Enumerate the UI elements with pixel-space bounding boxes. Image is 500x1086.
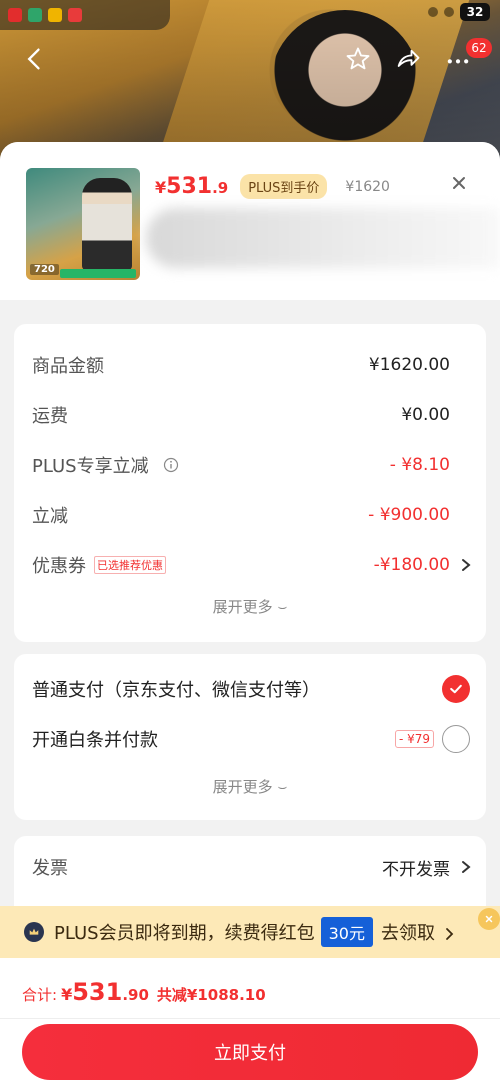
chevron-right-icon <box>460 859 472 875</box>
total-label: 合计: <box>22 986 58 1004</box>
battery-indicator: 32 <box>460 3 490 21</box>
price-currency: ¥ <box>155 178 167 197</box>
status-bar: 32 <box>0 0 500 30</box>
fee-row-goods-amount: 商品金额 ¥1620.00 <box>32 350 450 380</box>
app-icon <box>28 8 42 22</box>
fee-row-coupon[interactable]: 优惠券 已选推荐优惠 -¥180.00 <box>32 550 471 580</box>
app-icon <box>48 8 62 22</box>
invoice-value: 不开发票 <box>382 859 450 880</box>
total-saved: 共减¥1088.10 <box>156 986 266 1004</box>
radio-unselected[interactable] <box>442 725 470 753</box>
total-decimal: .90 <box>122 986 149 1004</box>
original-price: ¥1620 <box>345 178 390 195</box>
divider <box>0 1018 500 1019</box>
crown-icon <box>24 922 44 942</box>
coupon-recommend-tag: 已选推荐优惠 <box>94 556 166 574</box>
fee-row-instant-discount: 立减 - ¥900.00 <box>32 500 450 530</box>
fee-value: ¥0.00 <box>401 405 450 425</box>
product-card: 720 ¥ 531 .9 PLUS到手价 ¥1620 <box>0 142 500 300</box>
expand-more-fees[interactable]: 展开更多 ⌣ <box>14 596 486 617</box>
signal-icon <box>428 7 438 17</box>
expand-more-payments[interactable]: 展开更多 ⌣ <box>14 776 486 797</box>
close-banner-icon[interactable] <box>478 908 500 930</box>
promo-amount-badge: 30元 <box>320 917 373 947</box>
payment-method-section: 普通支付（京东支付、微信支付等） 开通白条并付款 - ¥79 展开更多 ⌣ <box>14 654 486 820</box>
baitiao-discount-chip: - ¥79 <box>394 730 434 748</box>
checkmark-selected-icon[interactable] <box>442 675 470 703</box>
fee-label: 运费 <box>32 406 68 427</box>
payment-option-label: 开通白条并付款 <box>32 730 158 751</box>
plus-price-tag: PLUS到手价 <box>240 174 328 199</box>
price-integer: 531 <box>166 174 213 199</box>
product-thumbnail[interactable]: 720 <box>26 168 140 280</box>
payment-option-label: 普通支付（京东支付、微信支付等） <box>32 680 320 701</box>
product-spec-blurred[interactable] <box>146 208 500 268</box>
total-integer: 531 <box>72 978 123 1006</box>
payment-option-baitiao[interactable]: 开通白条并付款 - ¥79 <box>32 724 470 754</box>
total-currency: ¥ <box>61 985 73 1004</box>
message-count-badge: 62 <box>466 38 492 58</box>
chevron-right-icon <box>460 557 472 573</box>
fee-label: 优惠券 <box>32 556 86 577</box>
product-price-row: ¥ 531 .9 PLUS到手价 ¥1620 <box>155 174 390 199</box>
checkout-sheet: 720 ¥ 531 .9 PLUS到手价 ¥1620 商品金额 ¥1620.00 <box>0 142 500 1086</box>
promo-text: PLUS会员即将到期，续费得红包 <box>54 923 315 944</box>
app-icon <box>68 8 82 22</box>
fee-label: 商品金额 <box>32 356 104 377</box>
back-icon[interactable] <box>18 42 52 76</box>
app-icon <box>8 8 22 22</box>
fee-value: -¥180.00 <box>373 555 450 575</box>
price-decimal: .9 <box>212 179 229 197</box>
wifi-icon <box>444 7 454 17</box>
close-icon[interactable] <box>448 172 470 194</box>
chevron-right-icon <box>445 925 455 940</box>
invoice-section[interactable]: 发票 不开发票 <box>14 836 486 916</box>
fee-label: PLUS专享立减 <box>32 456 149 477</box>
fee-value: - ¥8.10 <box>389 455 450 475</box>
invoice-row[interactable]: 发票 不开发票 <box>32 852 471 882</box>
fee-value: ¥1620.00 <box>368 355 450 375</box>
payment-option-normal[interactable]: 普通支付（京东支付、微信支付等） <box>32 674 470 704</box>
share-icon[interactable] <box>391 42 425 76</box>
fee-breakdown-section: 商品金额 ¥1620.00 运费 ¥0.00 PLUS专享立减 - ¥8.10 … <box>14 324 486 642</box>
pay-now-button[interactable]: 立即支付 <box>22 1024 478 1080</box>
checkout-page: 32 62 720 ¥ 531 .9 PLUS到手价 ¥1620 商品金额 ¥1… <box>0 0 500 1086</box>
favorite-star-icon[interactable] <box>341 42 375 76</box>
fee-value: - ¥900.00 <box>368 505 450 525</box>
fee-row-plus-discount: PLUS专享立减 - ¥8.10 <box>32 450 450 480</box>
thumbnail-price: 720 <box>30 264 59 275</box>
fee-row-shipping: 运费 ¥0.00 <box>32 400 450 430</box>
order-total: 合计: ¥ 531 .90 共减¥1088.10 <box>22 978 266 1006</box>
invoice-label: 发票 <box>32 858 68 879</box>
checkout-bottom-bar: 合计: ¥ 531 .90 共减¥1088.10 立即支付 <box>0 958 500 1086</box>
promo-claim-link[interactable]: 去领取 <box>381 919 435 945</box>
status-app-icons <box>0 0 170 30</box>
info-icon[interactable] <box>163 457 179 473</box>
fee-label: 立减 <box>32 506 68 527</box>
plus-renewal-banner[interactable]: PLUS会员即将到期，续费得红包 30元 去领取 <box>0 906 500 958</box>
